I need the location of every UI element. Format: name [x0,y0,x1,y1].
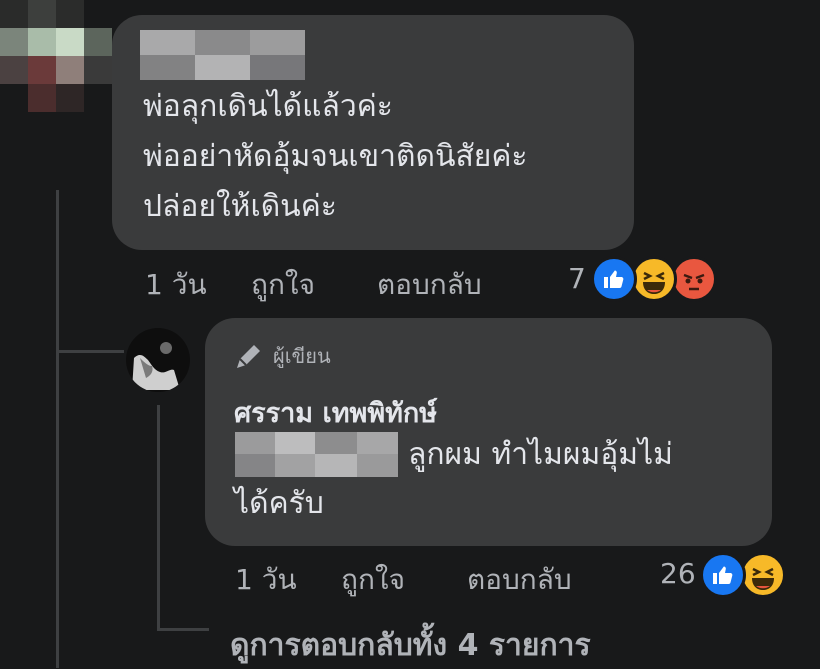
comment-line-2: พ่ออย่าหัดอุ้มจนเขาติดนิสัยค่ะ [143,139,528,174]
comment-actions: 1 วัน ถูกใจ ตอบกลับ [145,263,595,301]
comment-line-1: พ่อลุกเดินได้แล้วค่ะ [143,89,393,124]
reply-button[interactable]: ตอบกลับ [377,263,482,307]
tagged-name-redacted[interactable] [235,432,398,477]
like-icon[interactable] [591,256,637,302]
angry-icon[interactable] [671,256,717,302]
view-replies-link[interactable]: ดูการตอบกลับทั้ง 4 รายการ [230,622,591,669]
reaction-count[interactable]: 7 [568,262,586,295]
thread-line-reply [157,405,160,630]
haha-icon[interactable] [631,256,677,302]
reply-actions: 1 วัน ถูกใจ ตอบกลับ [235,558,655,596]
reply-reaction-count[interactable]: 26 [660,557,696,590]
reply-time[interactable]: 1 วัน [235,558,297,602]
thread-line-branch [56,350,124,353]
commenter-name-redacted [140,30,305,80]
author-badge: ผู้เขียน [233,340,331,372]
like-button[interactable]: ถูกใจ [251,263,315,307]
thread-line-reply-branch [157,628,209,631]
haha-icon[interactable] [740,552,786,598]
like-icon[interactable] [700,552,746,598]
comment-time[interactable]: 1 วัน [145,263,207,307]
reply-line-1: ลูกผม ทำไมผมอุ้มไม่ [408,437,673,472]
thread-line-main [56,190,59,668]
comment-line-3: ปล่อยให้เดินค่ะ [143,189,337,224]
reply-reply-button[interactable]: ตอบกลับ [467,558,572,602]
reply-author-name[interactable]: ศรราม เทพพิทักษ์ [234,391,437,434]
reply-line-2: ได้ครับ [234,486,324,521]
pen-icon [237,345,260,368]
avatar[interactable] [0,0,112,112]
reply-like-button[interactable]: ถูกใจ [341,558,405,602]
reply-avatar[interactable] [126,328,190,392]
author-badge-label: ผู้เขียน [273,344,331,368]
